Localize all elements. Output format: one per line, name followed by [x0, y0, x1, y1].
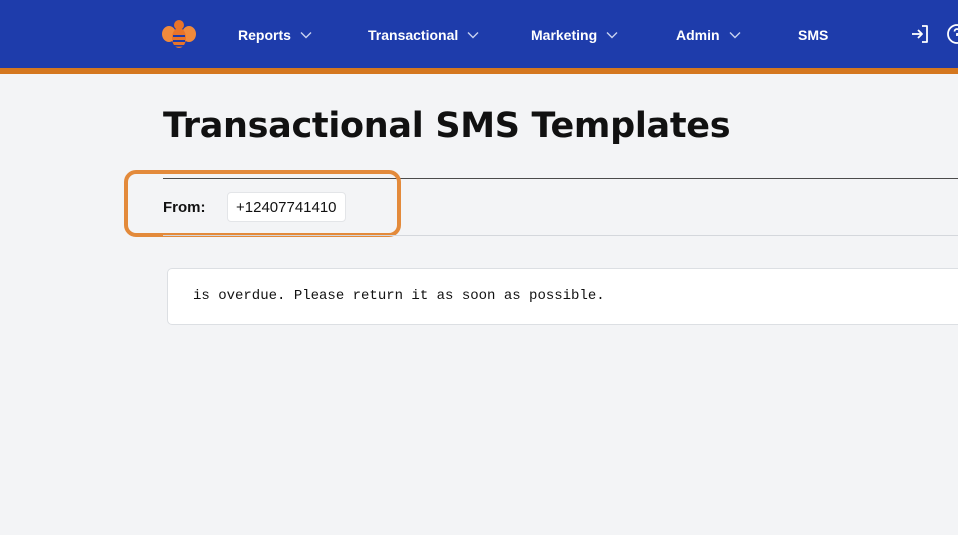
nav-reports-label: Reports [238, 27, 291, 43]
nav-marketing[interactable]: Marketing [531, 25, 618, 45]
sms-template-text: is overdue. Please return it as soon as … [193, 288, 605, 304]
chevron-down-icon [729, 32, 741, 39]
chevron-down-icon [300, 32, 312, 39]
nav-sms[interactable]: SMS [798, 25, 828, 45]
chevron-down-icon [606, 32, 618, 39]
section-divider [163, 235, 958, 236]
nav-reports[interactable]: Reports [238, 25, 312, 45]
title-divider [163, 178, 958, 179]
top-navigation-bar: Reports Transactional Marketing Admin SM… [0, 0, 958, 74]
sign-out-icon[interactable] [908, 22, 932, 46]
help-icon[interactable] [945, 22, 958, 46]
sms-template-card[interactable]: is overdue. Please return it as soon as … [167, 268, 958, 325]
nav-transactional-label: Transactional [368, 27, 459, 43]
nav-sms-label: SMS [798, 27, 829, 43]
from-number-field[interactable]: +12407741410 [227, 192, 346, 222]
bee-logo-icon[interactable] [161, 16, 197, 52]
nav-marketing-label: Marketing [531, 27, 598, 43]
nav-admin[interactable]: Admin [676, 25, 741, 45]
chevron-down-icon [467, 32, 479, 39]
from-label: From: [163, 199, 206, 216]
nav-admin-label: Admin [676, 27, 720, 43]
nav-transactional[interactable]: Transactional [368, 25, 479, 45]
page-title: Transactional SMS Templates [163, 106, 731, 146]
